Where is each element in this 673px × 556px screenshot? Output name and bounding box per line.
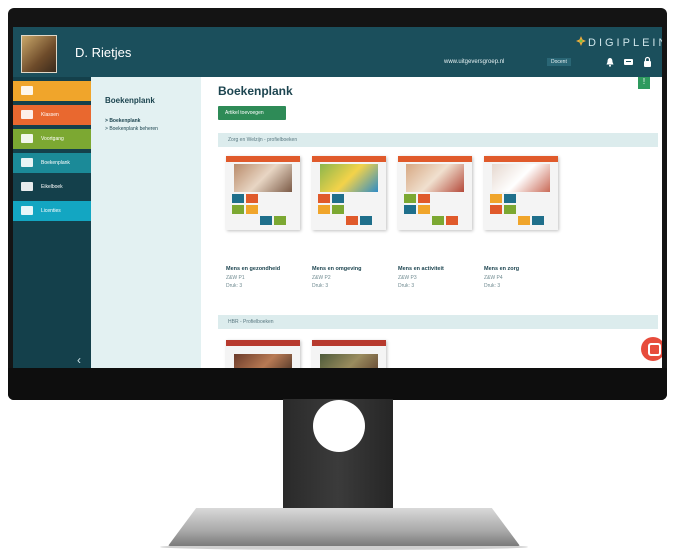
book-cover-header	[226, 340, 300, 346]
sidebar-item-boekenplank[interactable]: Boekenplank	[13, 153, 91, 173]
book-edition: Druk: 3	[398, 283, 415, 289]
book-cover-photo	[406, 164, 464, 192]
subnav-title: Boekenplank	[105, 96, 155, 105]
lock-icon[interactable]	[643, 56, 652, 67]
sidebar-item-klassen[interactable]: Klassen	[13, 105, 91, 125]
sidebar-item-label: Licenties	[41, 208, 61, 214]
book-icon	[21, 158, 33, 167]
book-cover[interactable]	[226, 156, 300, 230]
book-cover[interactable]	[312, 340, 386, 368]
book-edition: Druk: 3	[484, 283, 501, 289]
subnav-link-boekenplank[interactable]: > Boekenplank	[105, 118, 140, 124]
monitor-stand-hole	[313, 400, 365, 452]
book-edition: Druk: 3	[226, 283, 243, 289]
book-cover-photo	[320, 164, 378, 192]
book-cover-photo	[234, 164, 292, 192]
group-icon	[21, 110, 33, 119]
book-cover[interactable]	[484, 156, 558, 230]
book-cover-photo	[320, 354, 378, 368]
sidebar-item-label: Klassen	[41, 112, 59, 118]
add-article-button[interactable]: Artikel toevoegen	[218, 106, 286, 120]
chat-button[interactable]	[641, 337, 662, 361]
sidebar-item-home[interactable]	[13, 81, 91, 101]
section-header[interactable]: Zorg en Welzijn - profielboeken	[218, 133, 658, 147]
bell-icon[interactable]	[605, 57, 615, 67]
book-code: Z&W P1	[226, 275, 245, 281]
book-title[interactable]: Mens en omgeving	[312, 266, 362, 272]
grid-icon	[21, 182, 33, 191]
book-cover-tiles	[490, 194, 552, 226]
book-cover[interactable]	[398, 156, 472, 230]
top-bar: D. Rietjes DIGIPLEIN www.uitgeversgroep.…	[13, 27, 662, 77]
avatar[interactable]	[21, 35, 57, 73]
section-label: HBR - Profielboeken	[228, 319, 274, 325]
megaphone-icon[interactable]	[623, 57, 634, 67]
book-cover-header	[226, 156, 300, 162]
sidebar-item-voortgang[interactable]: Voortgang	[13, 129, 91, 149]
book-cover-tiles	[318, 194, 380, 226]
book-code: Z&W P2	[312, 275, 331, 281]
book-cover[interactable]	[312, 156, 386, 230]
brand-name: DIGIPLEIN	[588, 37, 662, 49]
book-cover-header	[312, 156, 386, 162]
sidebar-item-label: Eikelboek	[41, 184, 63, 190]
book-edition: Druk: 3	[312, 283, 329, 289]
monitor-chin	[8, 368, 667, 400]
sidebar-item-label: Voortgang	[41, 136, 64, 142]
sidebar-item-licenties[interactable]: Licenties	[13, 201, 91, 221]
brand-logo-icon	[576, 36, 586, 46]
section-label: Zorg en Welzijn - profielboeken	[228, 137, 298, 143]
book-cover-tiles	[404, 194, 466, 226]
sidebar-item-eikelboek[interactable]: Eikelboek	[13, 177, 91, 197]
book-code: Z&W P4	[484, 275, 503, 281]
book-cover-photo	[234, 354, 292, 368]
book-cover-header	[484, 156, 558, 162]
book-cover-header	[398, 156, 472, 162]
page-title: Boekenplank	[218, 84, 293, 98]
bar-chart-icon	[21, 134, 33, 143]
website-link[interactable]: www.uitgeversgroep.nl	[444, 59, 504, 65]
book-code: Z&W P3	[398, 275, 417, 281]
sidebar-collapse-button[interactable]: ‹	[77, 353, 81, 367]
key-icon	[21, 206, 33, 215]
book-cover-header	[312, 340, 386, 346]
sidebar: Klassen Voortgang Boekenplank Eikelboek …	[13, 77, 91, 368]
chat-icon	[648, 343, 661, 356]
help-tab[interactable]: !	[638, 77, 650, 89]
book-cover-tiles	[232, 194, 294, 226]
book-title[interactable]: Mens en activiteit	[398, 266, 444, 272]
user-name: D. Rietjes	[75, 45, 132, 60]
book-cover[interactable]	[226, 340, 300, 368]
book-title[interactable]: Mens en zorg	[484, 266, 519, 272]
sidebar-item-label: Boekenplank	[41, 160, 70, 166]
add-article-label: Artikel toevoegen	[225, 110, 264, 116]
subnav-link-label: Boekenplank	[109, 118, 141, 124]
section-header[interactable]: HBR - Profielboeken	[218, 315, 658, 329]
role-badge[interactable]: Docent	[547, 58, 571, 66]
book-title[interactable]: Mens en gezondheid	[226, 266, 280, 272]
monitor-base	[168, 508, 520, 546]
book-cover-photo	[492, 164, 550, 192]
screen: D. Rietjes DIGIPLEIN www.uitgeversgroep.…	[13, 27, 662, 368]
subnav-link-label: Boekenplank beheren	[109, 126, 158, 132]
person-icon	[21, 86, 33, 95]
subnav-link-beheren[interactable]: > Boekenplank beheren	[105, 126, 158, 132]
